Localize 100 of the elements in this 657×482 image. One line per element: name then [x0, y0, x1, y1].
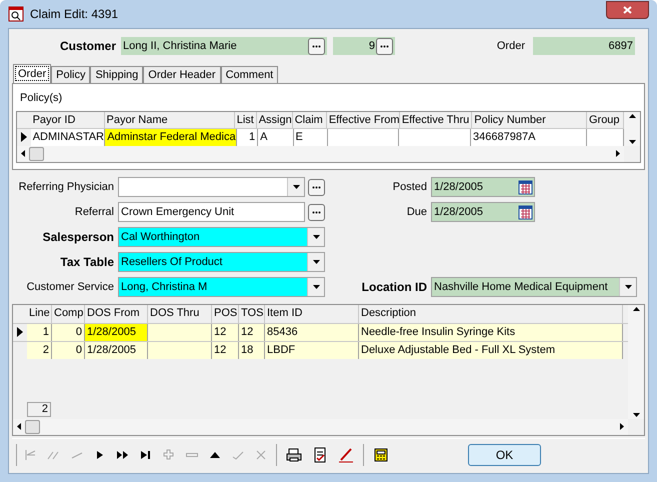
column-header[interactable]: Comp — [52, 304, 85, 322]
scroll-thumb[interactable] — [29, 146, 44, 160]
scroll-right-icon[interactable] — [620, 423, 624, 430]
table-cell: LBDF — [265, 342, 359, 358]
row-indicator-icon — [17, 327, 23, 337]
scroll-down-icon[interactable] — [632, 412, 640, 416]
window-title: Claim Edit: 4391 — [30, 6, 120, 23]
pen-icon — [338, 447, 354, 463]
checklist-icon — [312, 447, 328, 463]
ellipsis-icon — [312, 44, 321, 48]
column-header[interactable]: Line — [27, 304, 52, 322]
column-header[interactable]: Effective Thru — [400, 112, 472, 128]
table-cell: 1/28/2005 — [85, 342, 148, 358]
scroll-left-icon[interactable] — [21, 150, 25, 157]
scroll-thumb[interactable] — [25, 420, 40, 434]
ellipsis-icon — [380, 44, 389, 48]
column-header[interactable]: Policy Number — [472, 112, 587, 128]
column-header[interactable]: Effective From — [326, 112, 400, 128]
date-field[interactable]: 1/28/2005 — [431, 177, 535, 197]
dropdown-button[interactable] — [619, 278, 636, 296]
scroll-down-icon[interactable] — [628, 140, 636, 144]
ok-button[interactable]: OK — [468, 444, 541, 466]
customer-label: Customer — [58, 38, 117, 55]
vertical-scrollbar[interactable] — [628, 304, 644, 418]
table-cell: Deluxe Adjustable Bed - Full XL System — [359, 342, 623, 358]
section-title: Policy(s) — [19, 91, 64, 106]
column-header[interactable]: Assign — [256, 112, 293, 128]
table-cell: 0 — [52, 342, 85, 358]
column-header[interactable]: POS — [212, 304, 239, 322]
table-cell: 2 — [27, 342, 52, 358]
order-label: Order — [496, 38, 526, 54]
column-header[interactable]: Item ID — [265, 304, 359, 322]
record-count: 2 — [27, 402, 51, 416]
calculator-icon — [373, 447, 389, 463]
dropdown-button[interactable] — [307, 253, 324, 271]
lookup-button[interactable] — [376, 38, 393, 54]
calendar-icon[interactable] — [518, 180, 533, 194]
column-header[interactable]: Claim — [292, 112, 327, 128]
tab[interactable]: Shipping — [90, 66, 144, 83]
column-header[interactable]: Payor ID — [30, 112, 104, 128]
table-cell: 1 — [236, 129, 258, 146]
lookup-button[interactable] — [308, 38, 325, 54]
table-cell: ADMINASTAR — [30, 129, 106, 146]
table-cell: 0 — [52, 324, 85, 340]
table-cell: E — [294, 129, 328, 146]
horizontal-scrollbar[interactable] — [17, 146, 624, 162]
customer-number-field[interactable]: 9 — [333, 37, 395, 55]
input-field[interactable]: Crown Emergency Unit — [118, 202, 305, 222]
table-cell: 85436 — [265, 324, 359, 340]
caret-icon — [292, 185, 300, 189]
app-icon — [8, 6, 24, 22]
combo-box[interactable]: Cal Worthington — [118, 227, 325, 247]
close-button[interactable] — [606, 1, 649, 19]
vertical-scrollbar[interactable] — [624, 112, 640, 146]
table-cell: Needle-free Insulin Syringe Kits — [359, 324, 623, 340]
column-header[interactable]: Description — [359, 304, 623, 322]
ellipsis-icon — [312, 186, 321, 188]
table-cell: 12 — [212, 342, 239, 358]
tab[interactable]: Policy — [51, 66, 90, 83]
column-header[interactable]: DOS From — [85, 304, 148, 322]
tab[interactable]: Order — [13, 64, 52, 83]
combo-box[interactable]: Nashville Home Medical Equipment — [431, 277, 637, 297]
field-label: Referral — [74, 204, 115, 220]
table-cell: A — [258, 129, 294, 146]
horizontal-scrollbar[interactable] — [13, 418, 628, 434]
date-field[interactable]: 1/28/2005 — [431, 202, 535, 222]
caret-icon — [312, 235, 320, 239]
field-label: Salesperson — [42, 229, 115, 246]
field-label: Posted — [392, 180, 428, 195]
column-header[interactable]: List — [234, 112, 257, 128]
field-label: Due — [406, 204, 428, 220]
printer-icon — [286, 447, 302, 463]
column-header[interactable]: DOS Thru — [148, 304, 212, 322]
field-label: Tax Table — [59, 254, 115, 271]
tab[interactable]: Order Header — [143, 66, 221, 83]
caret-icon — [312, 285, 320, 289]
dropdown-button[interactable] — [287, 178, 304, 196]
lookup-button[interactable] — [308, 178, 325, 196]
caret-icon — [312, 260, 320, 264]
caret-icon — [624, 285, 632, 289]
scroll-right-icon[interactable] — [616, 150, 620, 157]
combo-box[interactable]: Resellers Of Product — [118, 252, 325, 272]
lookup-button[interactable] — [308, 204, 325, 220]
field-label: Referring Physician — [18, 180, 115, 195]
scroll-left-icon[interactable] — [17, 423, 21, 430]
dropdown-button[interactable] — [307, 278, 324, 296]
scroll-up-icon[interactable] — [632, 306, 640, 310]
field-label: Customer Service — [26, 280, 115, 295]
column-header[interactable]: Payor Name — [104, 112, 235, 128]
column-header[interactable]: TOS — [239, 304, 265, 322]
dropdown-button[interactable] — [307, 228, 324, 246]
scroll-up-icon[interactable] — [628, 114, 636, 118]
row-indicator-icon — [20, 132, 27, 142]
table-cell: 12 — [212, 324, 239, 340]
customer-field[interactable]: Long II, Christina Marie — [121, 37, 327, 55]
tab[interactable]: Comment — [220, 66, 278, 83]
field-label: Location ID — [360, 279, 428, 296]
combo-box[interactable]: Long, Christina M — [118, 277, 325, 297]
ellipsis-icon — [312, 210, 321, 214]
calendar-icon[interactable] — [518, 204, 533, 220]
